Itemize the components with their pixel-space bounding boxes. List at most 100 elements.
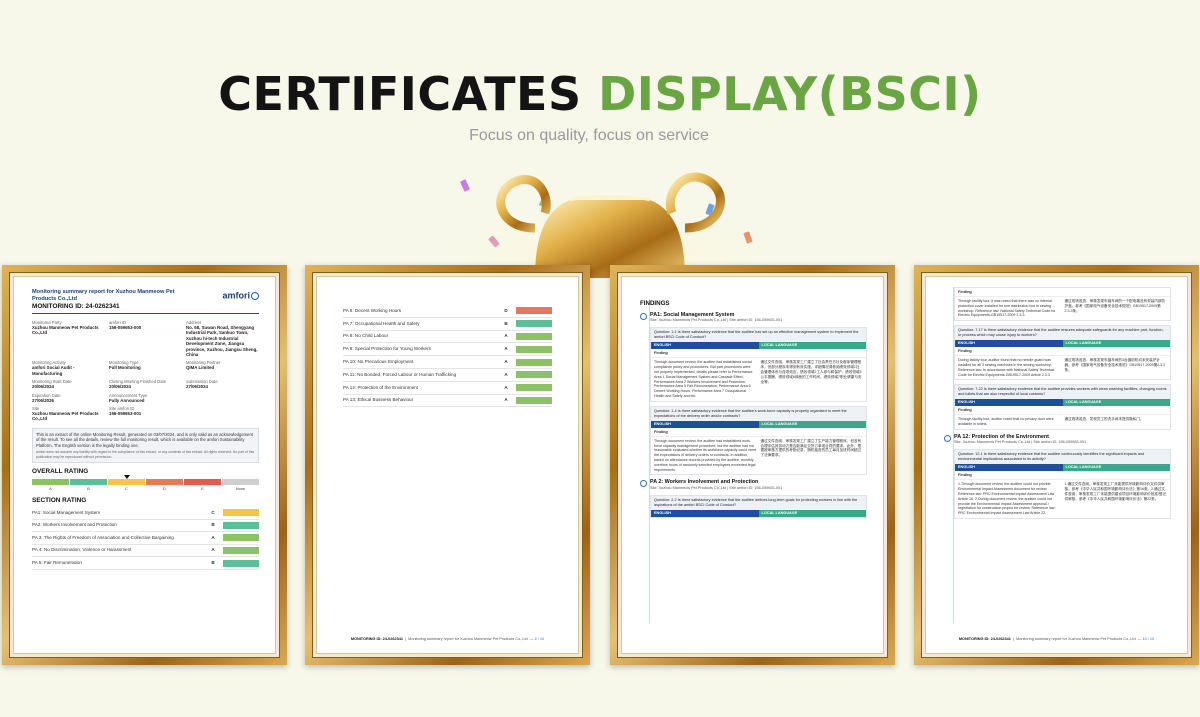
rating-segment-label: D bbox=[163, 485, 166, 491]
field-value: 27/06/2024 bbox=[186, 384, 208, 390]
rating-segment-label: None bbox=[235, 485, 246, 491]
pa2-site: Site: Xuzhou Manmeow Pet Products Co.,Lt… bbox=[650, 485, 783, 490]
finding-english: Through document review, the auditee had… bbox=[654, 360, 753, 398]
report-field: amfori ID 156-059653-000 bbox=[109, 320, 182, 357]
section-rating-row: PA 13: Ethical Business Behaviour A bbox=[343, 395, 552, 408]
local-language-header: LOCAL LANGUAGE bbox=[1062, 340, 1170, 348]
finding-label: Finding bbox=[955, 406, 1170, 416]
section-grade-swatch bbox=[223, 509, 259, 517]
amfori-mark-icon bbox=[251, 292, 259, 300]
section-rating-list: PA1: Social Management System C PA2: Worke… bbox=[32, 507, 259, 570]
finding-local: 1.通过文件查阅，审核发现工厂未能提供环境影响评价文件供审核。参考《中华人民共和… bbox=[1064, 482, 1167, 501]
section-rating-list: PA 6: Decent Working Hours D PA 7: Occupat… bbox=[343, 305, 552, 408]
rating-segment-label: A bbox=[49, 485, 52, 491]
field-value: Full Monitoring bbox=[109, 365, 141, 371]
footer-text: Monitoring summary report for Xuzhou Man… bbox=[408, 637, 528, 641]
finding-label: Finding bbox=[955, 347, 1170, 357]
section-grade: A bbox=[211, 534, 215, 540]
question-box: Question: 1.4 Is there satisfactory evid… bbox=[650, 405, 867, 476]
finding-local: 通过文件查阅，审核发现工厂建立了社会责任方针及程序管理程序，但部分程序未得到有效… bbox=[760, 360, 862, 384]
question-box: Question: 7.17 Is there satisfactory evi… bbox=[954, 325, 1171, 381]
section-grade-swatch bbox=[516, 396, 552, 404]
section-name: PA 9: Special Protection for Young Worke… bbox=[343, 346, 431, 352]
question-text: Question: 12.1 Is there satisfactory evi… bbox=[955, 450, 1170, 465]
finding-label: Finding bbox=[651, 349, 866, 359]
certificate-page-4: Finding Through facility tour, it was no… bbox=[925, 276, 1188, 654]
section-name: PA 13: Ethical Business Behaviour bbox=[343, 397, 414, 403]
section-name: PA 11: No Bonded, Forced Labour or Human… bbox=[343, 371, 457, 377]
question-text: Question: 1.1 Is there satisfactory evid… bbox=[651, 328, 866, 343]
field-value: 156-059653-001 bbox=[109, 411, 142, 417]
rating-segment-label: E bbox=[201, 485, 204, 491]
certificate-frame-4: Finding Through facility tour, it was no… bbox=[914, 265, 1199, 665]
rating-segment bbox=[70, 478, 107, 485]
section-rating-row: PA 11: No Bonded, Forced Labour or Human… bbox=[343, 369, 552, 382]
title-dark: CERTIFICATES bbox=[218, 67, 582, 121]
pa1-site: Site: Xuzhou Manmeow Pet Products Co.,Lt… bbox=[650, 318, 783, 323]
field-value: Xuzhou Manmeow Pet Products Co.,Ltd bbox=[32, 411, 99, 422]
section-rating-row: PA 10: No Precarious Employment A bbox=[343, 356, 552, 369]
rating-segment-label: B bbox=[87, 485, 90, 491]
section-name: PA1: Social Management System bbox=[32, 509, 101, 515]
question-text: Question: 2.2 Is there satisfactory evid… bbox=[651, 495, 866, 510]
local-language-header: LOCAL LANGUAGE bbox=[1062, 464, 1170, 472]
timeline-dot-icon bbox=[640, 313, 647, 320]
rating-segment bbox=[146, 478, 183, 485]
footer-id: MONITORING ID: 24-0262341 bbox=[350, 637, 403, 641]
section-grade-swatch bbox=[516, 320, 552, 328]
amfori-brand: amfori bbox=[222, 290, 250, 301]
section-rating-row: PA 8: No Child Labour A bbox=[343, 331, 552, 344]
section-name: PA 3: The Rights of Freedom of Associati… bbox=[32, 534, 174, 540]
footer-id: MONITORING ID: 24-0262341 bbox=[958, 637, 1011, 641]
section-rating-row: PA 9: Special Protection for Young Worke… bbox=[343, 343, 552, 357]
overall-rating-bar bbox=[32, 474, 259, 485]
certificate-frame-1: Monitoring summary report for Xuzhou Man… bbox=[2, 265, 287, 665]
section-name: PA 12: Protection of the Environment bbox=[343, 384, 418, 390]
report-field: Monitoring Activity amfori Social Audit -… bbox=[32, 360, 105, 376]
page-number: 2 / 10 bbox=[534, 637, 545, 641]
report-fields: Monitored Party Xuzhou Manmeow Pet Produc… bbox=[32, 320, 259, 422]
finding-english: During facility tour, auditor found that… bbox=[958, 358, 1055, 377]
section-name: PA 8: No Child Labour bbox=[343, 333, 389, 339]
section-rating-row: PA1: Social Management System C bbox=[32, 507, 259, 520]
section-grade-swatch bbox=[516, 307, 552, 315]
rating-segment-label: C bbox=[125, 485, 128, 491]
question-box: Question: 12.1 Is there satisfactory evi… bbox=[954, 449, 1171, 519]
timeline-dot-icon bbox=[944, 434, 951, 442]
finding-english: Through facility tour, auditor noted tha… bbox=[958, 417, 1054, 427]
section-name: PA 7: Occupational Health and Safety bbox=[343, 320, 420, 326]
section-name: PA 6: Decent Working Hours bbox=[343, 307, 402, 313]
note-text: This is an extract of the online Monitor… bbox=[36, 431, 253, 448]
section-grade-swatch bbox=[223, 559, 259, 567]
section-rating-row: PA 5: Fair Remuneration B bbox=[32, 557, 259, 570]
rating-segment bbox=[222, 478, 259, 485]
rating-segment bbox=[184, 478, 221, 485]
section-grade-swatch bbox=[516, 345, 552, 353]
amfori-logo: amfori bbox=[222, 290, 259, 301]
pa2-heading: PA 2: Workers Involvement and Protection… bbox=[640, 479, 867, 490]
field-value: Fully Announced bbox=[109, 397, 145, 403]
section-grade: B bbox=[504, 320, 508, 326]
certificate-page-2: PA 6: Decent Working Hours D PA 7: Occupat… bbox=[316, 276, 579, 654]
local-language-header: LOCAL LANGUAGE bbox=[1062, 399, 1170, 407]
finding-label: Finding bbox=[955, 288, 1170, 297]
section-grade-swatch bbox=[223, 546, 259, 554]
question-text: Question: 7.17 Is there satisfactory evi… bbox=[955, 326, 1170, 341]
timeline-dot-icon bbox=[640, 480, 647, 488]
report-field: Monitoring Partner QIMA Limited bbox=[186, 360, 259, 376]
english-header: ENGLISH bbox=[955, 399, 1063, 407]
local-language-header: LOCAL LANGUAGE bbox=[758, 420, 866, 428]
page-footer: MONITORING ID: 24-0262341 | Monitoring s… bbox=[958, 637, 1155, 641]
section-grade: A bbox=[504, 333, 508, 339]
field-value: QIMA Limited bbox=[186, 365, 215, 371]
field-value: amfori Social Audit - Manufacturing bbox=[32, 365, 75, 376]
pa12-heading: PA 12: Protection of the Environment Site… bbox=[944, 434, 1171, 445]
section-grade-swatch bbox=[223, 521, 259, 529]
findings-heading: FINDINGS bbox=[640, 300, 670, 307]
field-value: Xuzhou Manmeow Pet Products Co.,Ltd bbox=[32, 325, 99, 336]
section-grade-swatch bbox=[223, 534, 259, 542]
section-grade: B bbox=[211, 560, 215, 566]
report-field: Expiration Date 27/06/2026 bbox=[32, 393, 105, 403]
section-name: PA 5: Fair Remuneration bbox=[32, 560, 82, 566]
report-field: Site amfori ID 156-059653-001 bbox=[109, 406, 182, 422]
